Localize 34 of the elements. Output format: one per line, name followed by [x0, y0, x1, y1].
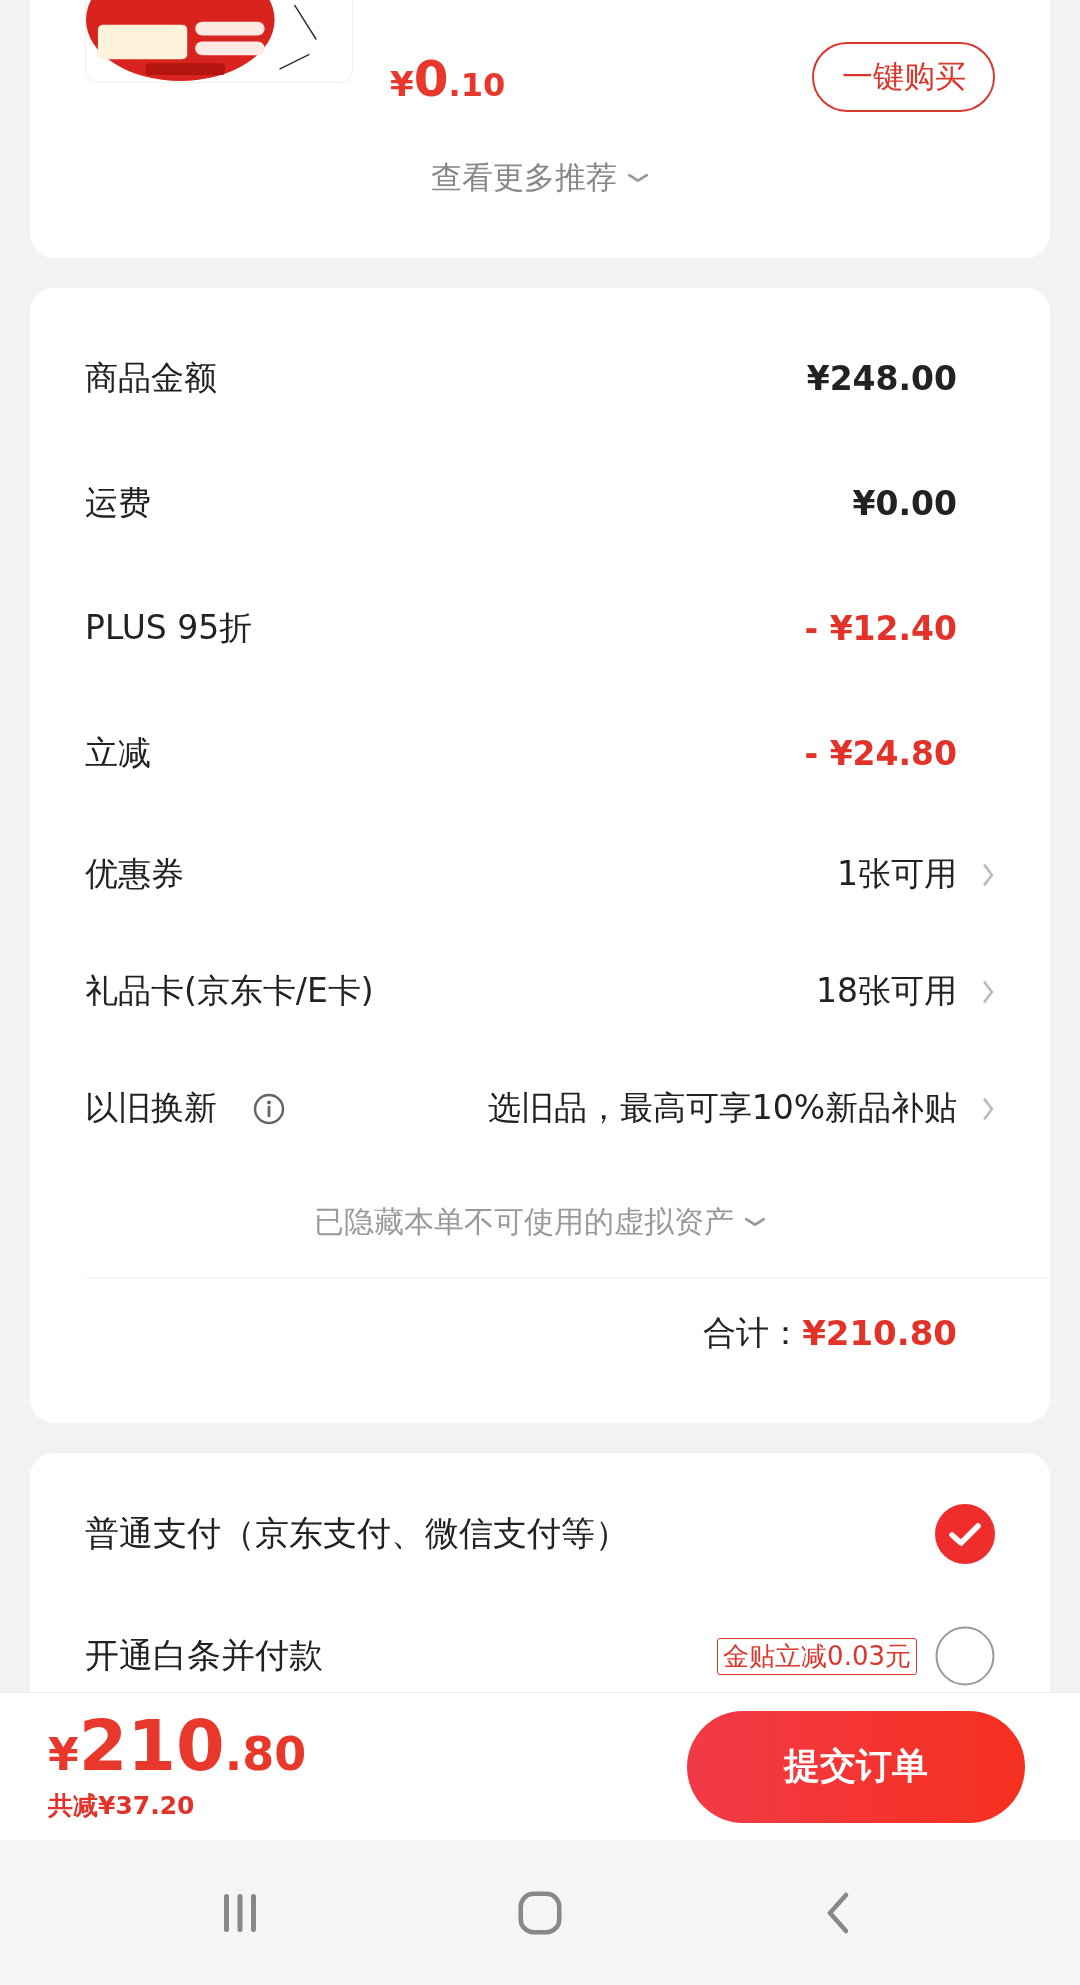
row-label: 立减 — [85, 732, 151, 774]
info-icon[interactable] — [253, 1092, 285, 1125]
row-label: 优惠券 — [85, 853, 184, 895]
total-label: 合计： — [703, 1311, 803, 1354]
buy-now-button[interactable]: 一键购买 — [812, 42, 995, 112]
row-value: - ¥24.80 — [804, 734, 957, 773]
chevron-down-icon — [744, 1216, 766, 1228]
row-value: - ¥12.40 — [804, 609, 957, 648]
promo-tag: 金贴立减0.03元 — [717, 1637, 917, 1675]
row-label: 礼品卡(京东卡/E卡) — [85, 970, 374, 1012]
row-label: 运费 — [85, 482, 151, 524]
chevron-right-icon — [981, 978, 995, 1005]
total-price: ¥210.80 — [48, 1711, 307, 1781]
row-value[interactable]: 选旧品，最高可享10%新品补贴 — [487, 1086, 957, 1131]
radio-button[interactable] — [935, 1626, 995, 1686]
chevron-right-icon — [981, 861, 995, 888]
product-price: ¥0.10 — [390, 49, 506, 108]
payment-option-label[interactable]: 普通支付（京东支付、微信支付等） — [85, 1511, 629, 1557]
more-recommendations-link[interactable]: 查看更多推荐 — [85, 157, 995, 199]
home-icon[interactable] — [518, 1890, 562, 1935]
total-value: ¥210.80 — [802, 1313, 957, 1353]
row-value[interactable]: 18张可用 — [816, 969, 957, 1014]
chevron-down-icon — [627, 172, 649, 184]
submit-order-button[interactable]: 提交订单 — [687, 1710, 1025, 1823]
row-label: 商品金额 — [85, 357, 217, 399]
row-value[interactable]: 1张可用 — [837, 852, 957, 897]
row-value: ¥248.00 — [806, 359, 957, 398]
row-value: ¥0.00 — [852, 484, 957, 523]
row-label: 以旧换新 — [85, 1087, 217, 1129]
radio-checked-icon[interactable] — [935, 1504, 995, 1564]
payment-option-label[interactable]: 开通白条并付款 — [85, 1633, 323, 1679]
chevron-right-icon — [981, 1095, 995, 1122]
total-saved: 共减¥37.20 — [48, 1790, 196, 1822]
row-label: PLUS 95折 — [85, 607, 253, 649]
